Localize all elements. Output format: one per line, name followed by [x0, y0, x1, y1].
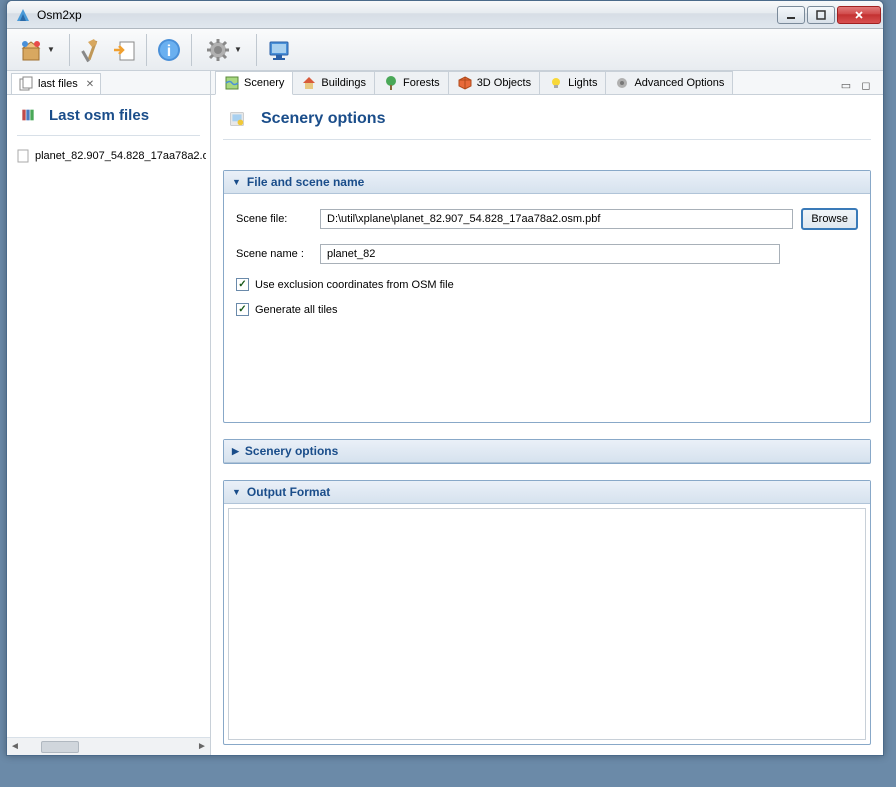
window-title: Osm2xp	[37, 8, 82, 22]
chevron-down-icon: ▼	[234, 45, 242, 54]
output-format-body	[228, 508, 866, 740]
tab-last-files[interactable]: last files ✕	[11, 73, 101, 94]
checkbox-tiles[interactable]: ✓	[236, 303, 249, 316]
checkbox-exclusion[interactable]: ✓	[236, 278, 249, 291]
tree-icon	[383, 75, 399, 91]
twistie-right-icon: ▶	[232, 446, 239, 457]
checkbox-label: Generate all tiles	[255, 304, 338, 316]
tab-label: Forests	[403, 77, 440, 89]
file-list: planet_82.907_54.828_17aa78a2.osm	[7, 144, 210, 737]
section-file-scene: ▼ File and scene name Scene file: Browse…	[223, 170, 871, 423]
tab-3d-objects[interactable]: 3D Objects	[448, 71, 540, 94]
scene-file-input[interactable]	[320, 209, 793, 229]
twistie-down-icon: ▼	[232, 487, 241, 497]
maximize-view-icon[interactable]: ◻	[859, 78, 873, 92]
scroll-track[interactable]	[23, 740, 194, 754]
toolbar-import-button[interactable]	[110, 36, 138, 64]
house-icon	[301, 75, 317, 91]
section-header[interactable]: ▼ File and scene name	[224, 171, 870, 194]
browse-button[interactable]: Browse	[801, 208, 858, 230]
checkbox-label: Use exclusion coordinates from OSM file	[255, 279, 454, 291]
toolbar-info-button[interactable]: i	[155, 36, 183, 64]
toolbar-monitor-button[interactable]	[265, 36, 293, 64]
close-button[interactable]	[837, 6, 881, 24]
section-scenery-options: ▶ Scenery options	[223, 439, 871, 464]
window-controls	[775, 6, 881, 24]
chevron-down-icon: ▼	[47, 45, 55, 54]
minimize-button[interactable]	[777, 6, 805, 24]
scene-file-label: Scene file:	[236, 213, 320, 225]
section-title: File and scene name	[247, 175, 364, 189]
scene-name-input[interactable]	[320, 244, 780, 264]
twistie-down-icon: ▼	[232, 177, 241, 187]
tab-label: Buildings	[321, 77, 366, 89]
tab-label: Lights	[568, 77, 597, 89]
tab-forests[interactable]: Forests	[374, 71, 449, 94]
content-area: last files ✕ Last osm files planet_82.90…	[7, 71, 883, 755]
bulb-icon	[548, 75, 564, 91]
tab-label: last files	[38, 78, 78, 90]
scene-name-label: Scene name :	[236, 248, 320, 260]
toolbar: ▼ i ▼	[7, 29, 883, 71]
file-name: planet_82.907_54.828_17aa78a2.osm	[35, 150, 206, 162]
app-icon	[15, 7, 31, 23]
maximize-button[interactable]	[807, 6, 835, 24]
tab-buildings[interactable]: Buildings	[292, 71, 375, 94]
titlebar[interactable]: Osm2xp	[7, 1, 883, 29]
gear-icon	[614, 75, 630, 91]
map-icon	[224, 75, 240, 91]
app-window: Osm2xp ▼ i	[6, 0, 884, 756]
side-panel: last files ✕ Last osm files planet_82.90…	[7, 71, 211, 755]
form-area: Scenery options ▼ File and scene name Sc…	[211, 95, 883, 755]
file-icon	[15, 148, 31, 164]
section-title: Output Format	[247, 485, 330, 499]
horizontal-scrollbar[interactable]: ◄ ►	[7, 737, 210, 755]
editor-tabs: Scenery Buildings Forests 3D Objects Lig…	[211, 71, 883, 95]
tab-lights[interactable]: Lights	[539, 71, 606, 94]
section-title: Scenery options	[245, 444, 338, 458]
tab-close-icon[interactable]: ✕	[86, 79, 94, 90]
side-header: Last osm files	[7, 95, 210, 131]
scroll-thumb[interactable]	[41, 741, 79, 753]
tab-scenery[interactable]: Scenery	[215, 71, 293, 95]
books-icon	[17, 103, 41, 127]
toolbar-box-button[interactable]: ▼	[13, 36, 61, 64]
main-panel: Scenery Buildings Forests 3D Objects Lig…	[211, 71, 883, 755]
scroll-left-icon[interactable]: ◄	[7, 739, 23, 755]
section-header[interactable]: ▶ Scenery options	[224, 440, 870, 463]
list-item[interactable]: planet_82.907_54.828_17aa78a2.osm	[11, 146, 206, 166]
toolbar-tools-button[interactable]	[78, 36, 106, 64]
page-title: Scenery options	[261, 110, 385, 128]
scenery-options-icon	[223, 105, 251, 133]
tab-label: 3D Objects	[477, 77, 531, 89]
svg-text:i: i	[167, 43, 171, 60]
tab-label: Advanced Options	[634, 77, 724, 89]
section-header[interactable]: ▼ Output Format	[224, 481, 870, 504]
minimize-view-icon[interactable]: ▭	[839, 78, 853, 92]
files-icon	[18, 76, 34, 92]
side-title: Last osm files	[49, 107, 149, 124]
tab-advanced[interactable]: Advanced Options	[605, 71, 733, 94]
tab-label: Scenery	[244, 77, 284, 89]
scroll-right-icon[interactable]: ►	[194, 739, 210, 755]
section-output-format: ▼ Output Format	[223, 480, 871, 745]
cube-icon	[457, 75, 473, 91]
toolbar-settings-button[interactable]: ▼	[200, 36, 248, 64]
side-panel-tabs: last files ✕	[7, 71, 210, 95]
